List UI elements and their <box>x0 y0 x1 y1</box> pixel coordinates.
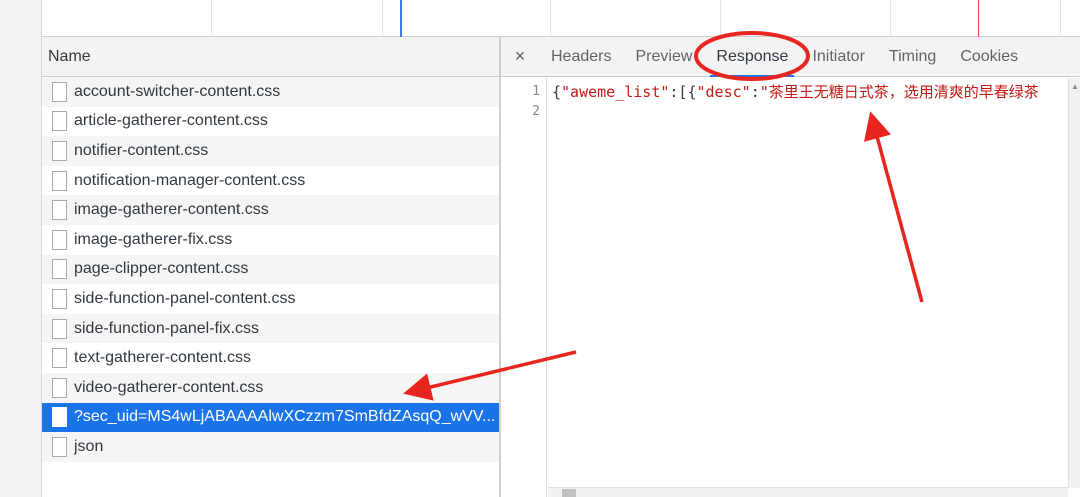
scroll-thumb[interactable] <box>562 489 576 497</box>
request-name: notification-manager-content.css <box>74 171 306 189</box>
response-viewer[interactable]: 1 2 {"aweme_list":[{"desc":"茶里王无糖日式茶，选用清… <box>501 78 1080 497</box>
tab-initiator[interactable]: Initiator <box>800 37 876 77</box>
line-number: 2 <box>532 104 540 119</box>
line-number-gutter: 1 2 <box>501 78 547 497</box>
request-name: page-clipper-content.css <box>74 260 249 278</box>
close-icon[interactable]: × <box>501 46 539 67</box>
tab-preview[interactable]: Preview <box>623 37 704 77</box>
request-row[interactable]: image-gatherer-fix.css <box>42 224 499 255</box>
request-row[interactable]: video-gatherer-content.css <box>42 372 499 403</box>
request-name: notifier-content.css <box>74 141 209 159</box>
timeline-gridline <box>382 0 383 37</box>
left-gutter <box>0 0 42 497</box>
timeline-gridline <box>550 0 551 37</box>
line-number: 1 <box>532 84 540 99</box>
timeline-gridline <box>720 0 721 37</box>
timeline-gridline <box>890 0 891 37</box>
file-icon <box>52 170 67 191</box>
timeline-load-marker <box>978 0 979 37</box>
request-row[interactable]: account-switcher-content.css <box>42 77 499 107</box>
timeline-domcontentloaded-marker <box>400 0 402 37</box>
request-name: image-gatherer-content.css <box>74 201 269 219</box>
file-icon <box>52 318 67 339</box>
file-icon <box>52 288 67 309</box>
request-row[interactable]: text-gatherer-content.css <box>42 343 499 373</box>
file-icon <box>52 200 67 221</box>
code-punct: :[{ <box>669 83 697 101</box>
request-row[interactable]: side-function-panel-content.css <box>42 284 499 314</box>
file-icon <box>52 140 67 161</box>
code-string: "茶里王无糖日式茶，选用清爽的早春绿茶 <box>759 83 1039 101</box>
request-row[interactable]: image-gatherer-content.css <box>42 195 499 225</box>
code-key: "aweme_list" <box>561 83 670 101</box>
file-icon <box>52 229 67 250</box>
horizontal-scrollbar[interactable] <box>548 487 1068 497</box>
name-column-header[interactable]: Name <box>42 37 499 77</box>
response-code-line[interactable]: {"aweme_list":[{"desc":"茶里王无糖日式茶，选用清爽的早春… <box>552 82 1066 102</box>
request-list-panel: Name account-switcher-content.css articl… <box>42 37 501 497</box>
tab-cookies[interactable]: Cookies <box>948 37 1030 77</box>
file-icon <box>52 348 67 369</box>
request-name: side-function-panel-fix.css <box>74 319 259 337</box>
request-row[interactable]: page-clipper-content.css <box>42 254 499 285</box>
file-icon <box>52 377 67 398</box>
request-name: image-gatherer-fix.css <box>74 230 233 248</box>
file-icon <box>52 407 67 428</box>
request-detail-pane: × Headers Preview Response Initiator Tim… <box>501 37 1080 497</box>
request-name: side-function-panel-content.css <box>74 289 296 307</box>
file-icon <box>52 111 67 132</box>
request-row[interactable]: notifier-content.css <box>42 136 499 166</box>
file-icon <box>52 436 67 457</box>
request-list: account-switcher-content.css article-gat… <box>42 77 499 462</box>
vertical-scrollbar[interactable]: ▲ <box>1068 78 1080 488</box>
code-punct: : <box>750 83 760 101</box>
request-name: video-gatherer-content.css <box>74 378 264 396</box>
request-row[interactable]: json <box>42 432 499 462</box>
request-row[interactable]: article-gatherer-content.css <box>42 106 499 137</box>
file-icon <box>52 81 67 102</box>
request-name: json <box>74 437 104 455</box>
scroll-up-icon[interactable]: ▲ <box>1071 82 1079 91</box>
timeline-gridline <box>1060 0 1061 37</box>
code-punct: { <box>552 83 562 101</box>
request-name: article-gatherer-content.css <box>74 112 268 130</box>
request-name: account-switcher-content.css <box>74 82 281 100</box>
file-icon <box>52 259 67 280</box>
timeline-gridline <box>211 0 212 37</box>
tab-response[interactable]: Response <box>704 37 800 77</box>
name-column-label: Name <box>48 47 91 65</box>
network-timeline-overview[interactable] <box>42 0 1080 37</box>
request-name: ?sec_uid=MS4wLjABAAAAlwXCzzm7SmBfdZAsqQ_… <box>74 408 496 426</box>
detail-tabbar: × Headers Preview Response Initiator Tim… <box>501 37 1080 77</box>
code-key: "desc" <box>696 83 751 101</box>
request-row[interactable]: side-function-panel-fix.css <box>42 313 499 344</box>
tab-headers[interactable]: Headers <box>539 37 623 77</box>
tab-timing[interactable]: Timing <box>877 37 948 77</box>
request-row[interactable]: notification-manager-content.css <box>42 165 499 196</box>
request-row-selected[interactable]: ?sec_uid=MS4wLjABAAAAlwXCzzm7SmBfdZAsqQ_… <box>42 402 499 433</box>
request-name: text-gatherer-content.css <box>74 349 251 367</box>
